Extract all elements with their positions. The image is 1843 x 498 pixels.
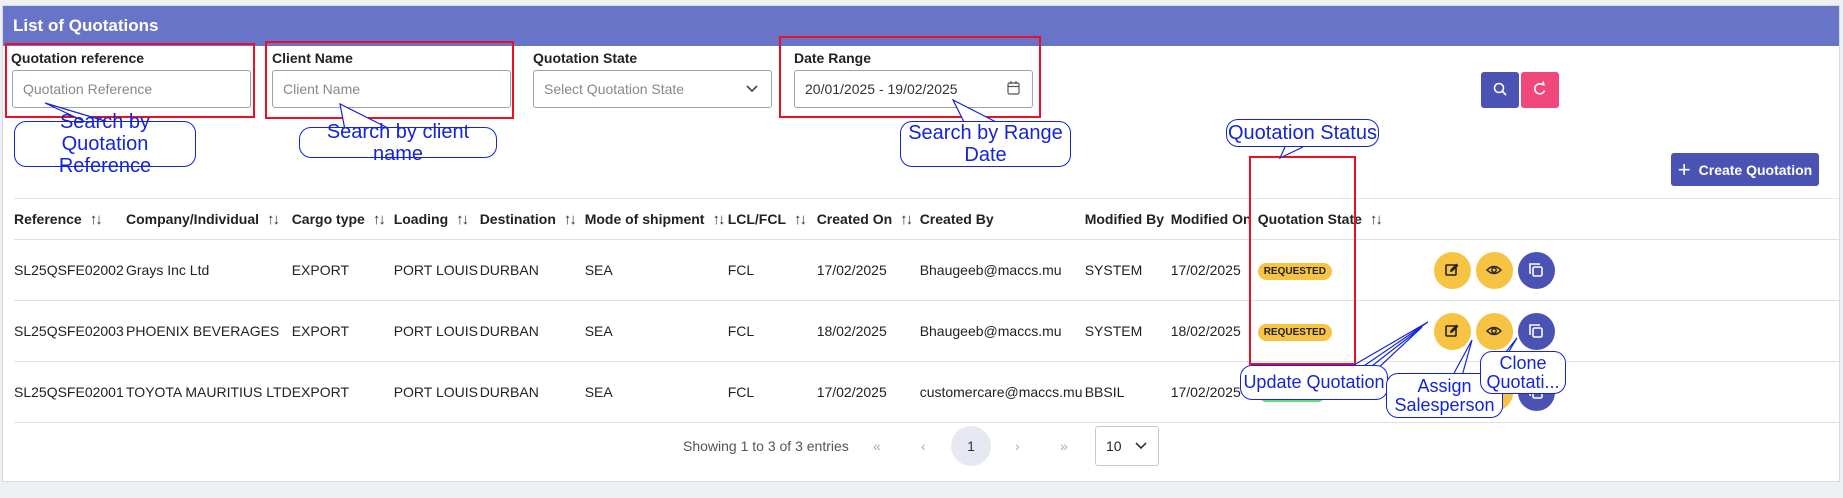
callout-update-quotation: Update Quotation bbox=[1240, 365, 1388, 400]
callout-quotation-status: Quotation Status bbox=[1226, 119, 1379, 147]
callout-clone-quotation: Clone Quotati... bbox=[1480, 351, 1566, 394]
callout-search-date: Search by Range Date bbox=[900, 121, 1071, 167]
callout-search-reference: Search by Quotation Reference bbox=[14, 111, 196, 177]
callout-pointers bbox=[44, 98, 1518, 377]
callout-search-client: Search by client name bbox=[299, 121, 497, 165]
